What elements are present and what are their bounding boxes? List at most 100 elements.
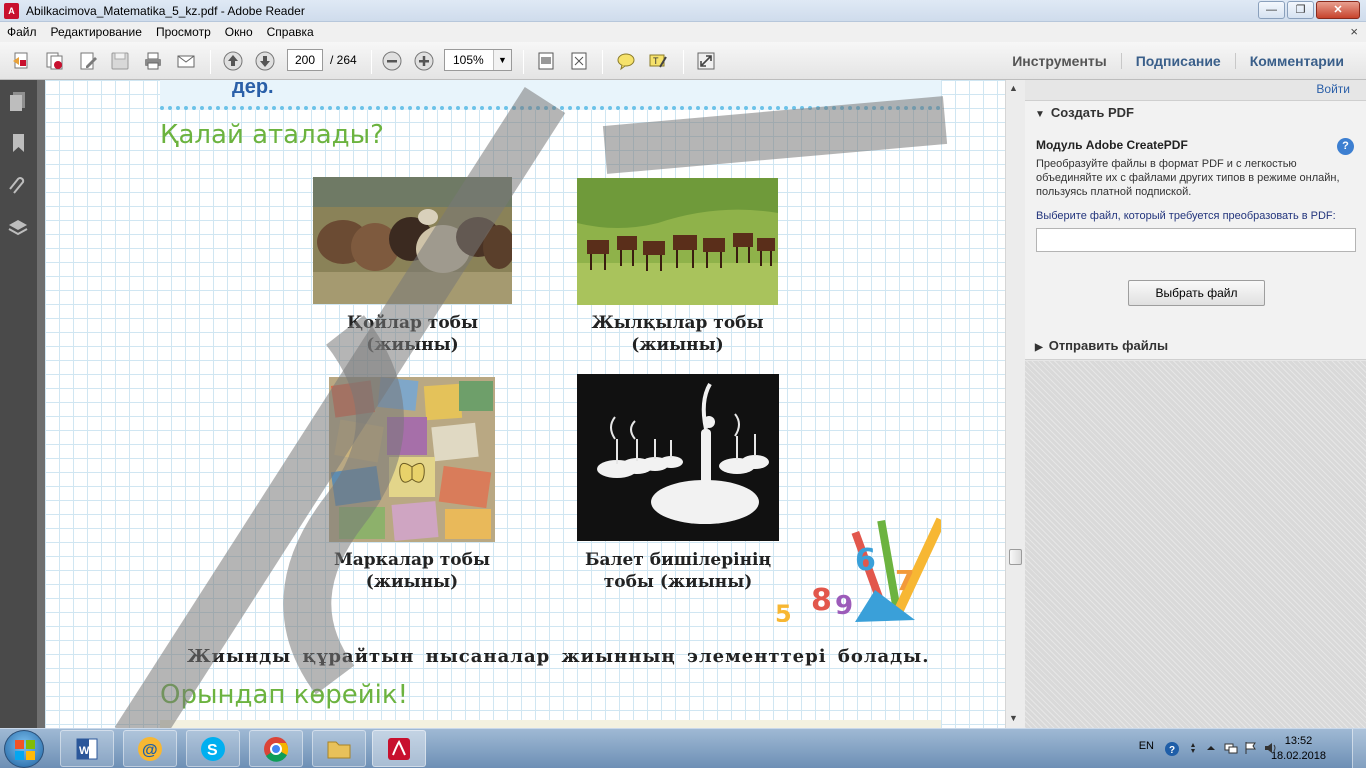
- navigation-pane: [0, 80, 37, 728]
- scroll-thumb[interactable]: [1009, 549, 1022, 565]
- word-icon: W: [76, 738, 98, 759]
- triangle-right-icon: ▶: [1035, 342, 1043, 353]
- scroll-down-icon[interactable]: ▼: [1009, 713, 1018, 723]
- show-hidden-icons[interactable]: [1204, 741, 1218, 755]
- arrow-up-icon: [223, 51, 243, 71]
- file-path-input[interactable]: [1036, 228, 1356, 252]
- fit-width-button[interactable]: [534, 50, 558, 72]
- page-total: / 264: [330, 53, 357, 67]
- toolbar-separator: [523, 50, 524, 74]
- next-page-button[interactable]: [253, 50, 277, 72]
- clock[interactable]: 13:52 18.02.2018: [1271, 734, 1326, 764]
- close-document-button[interactable]: ×: [1350, 24, 1358, 39]
- clock-date: 18.02.2018: [1270, 750, 1326, 762]
- zoom-value: 105%: [453, 53, 484, 67]
- expand-page-icon: [571, 52, 587, 70]
- caption-sheep-line1: Қойлар тобы: [346, 313, 479, 333]
- window-controls: — ❐ ✕: [1256, 1, 1360, 19]
- choose-file-button[interactable]: Выбрать файл: [1128, 280, 1265, 306]
- menu-window[interactable]: Окно: [224, 25, 260, 39]
- attachments-icon[interactable]: [8, 175, 28, 197]
- vertical-scrollbar[interactable]: ▲ ▼: [1005, 80, 1025, 728]
- caption-horses-line1: Жылқылар тобы: [591, 313, 764, 333]
- menu-file[interactable]: Файл: [6, 25, 44, 39]
- create-pdf-label: Создать PDF: [1050, 105, 1134, 120]
- windows-taskbar: W @ S EN ? 13:52 18.02.2018: [0, 728, 1366, 768]
- fit-page-icon: [538, 52, 554, 70]
- caption-stamps: Маркалар тобы (жиыны): [315, 549, 509, 593]
- save-button[interactable]: [108, 50, 132, 72]
- tab-sign[interactable]: Подписание: [1120, 53, 1235, 69]
- bookmarks-icon[interactable]: [8, 132, 28, 154]
- exercise-box-top: [160, 720, 941, 728]
- email-button[interactable]: [174, 50, 198, 72]
- svg-text:7: 7: [895, 564, 914, 597]
- triangle-down-icon: ▼: [1035, 109, 1045, 120]
- flag-icon[interactable]: [1244, 741, 1258, 755]
- page-thumbnails-icon[interactable]: [8, 90, 28, 112]
- caption-sheep-line2: (жиыны): [366, 335, 459, 355]
- menu-edit[interactable]: Редактирование: [50, 25, 149, 39]
- full-screen-button[interactable]: [694, 50, 718, 72]
- combine-files-tool[interactable]: [42, 50, 66, 72]
- pane-splitter[interactable]: [37, 80, 45, 728]
- taskbar-skype[interactable]: S: [186, 730, 240, 767]
- taskbar-adobe-reader[interactable]: [372, 730, 426, 767]
- zoom-select[interactable]: 105% ▼: [444, 49, 512, 71]
- tray-settings-icon[interactable]: [1186, 741, 1200, 755]
- help-icon[interactable]: ?: [1337, 138, 1354, 155]
- fit-page-button[interactable]: [567, 50, 591, 72]
- menu-help[interactable]: Справка: [266, 25, 321, 39]
- network-icon[interactable]: [1224, 741, 1238, 755]
- tasks-pane: Войти ▼ Создать PDF Модуль Adobe CreatePD…: [1025, 80, 1366, 728]
- plus-icon: [414, 51, 434, 71]
- scroll-up-icon[interactable]: ▲: [1009, 83, 1018, 93]
- taskbar-chrome[interactable]: [249, 730, 303, 767]
- caption-stamps-line2: (жиыны): [365, 572, 459, 592]
- tab-tools[interactable]: Инструменты: [998, 53, 1121, 69]
- start-button[interactable]: [4, 730, 44, 768]
- restore-button[interactable]: ❐: [1287, 1, 1314, 19]
- create-pdf-tool[interactable]: [9, 50, 33, 72]
- empty-pane-area: [1025, 361, 1366, 728]
- language-indicator[interactable]: EN: [1139, 740, 1154, 752]
- taskbar-word[interactable]: W: [60, 730, 114, 767]
- previous-page-button[interactable]: [221, 50, 245, 72]
- edit-document-tool[interactable]: [76, 50, 100, 72]
- toolbar-separator: [683, 50, 684, 74]
- document-view[interactable]: дер. Қалай аталады? Қойлар тобы (жиыны): [45, 80, 1005, 728]
- svg-text:T: T: [653, 56, 659, 66]
- taskbar-mail[interactable]: @: [123, 730, 177, 767]
- menu-view[interactable]: Просмотр: [155, 25, 218, 39]
- login-link[interactable]: Войти: [1316, 82, 1350, 96]
- caption-horses: Жылқылар тобы (жиыны): [577, 312, 778, 356]
- decorative-numbers-illustration: 6 8 9 5 7: [775, 517, 941, 622]
- previous-section-strip: дер.: [160, 80, 941, 110]
- layers-icon[interactable]: [8, 217, 28, 239]
- show-desktop-button[interactable]: [1352, 729, 1366, 768]
- expand-arrows-icon: [697, 52, 715, 70]
- grid-paper-background: [45, 80, 1005, 728]
- comment-tool[interactable]: [614, 50, 638, 72]
- highlight-tool[interactable]: T: [646, 50, 670, 72]
- zoom-out-button[interactable]: [380, 50, 404, 72]
- choose-file-label: Выберите файл, который требуется преобра…: [1036, 210, 1336, 222]
- taskbar-explorer[interactable]: [312, 730, 366, 767]
- highlight-text-icon: T: [649, 54, 667, 68]
- top-text-fragment: дер.: [232, 80, 274, 98]
- edit-document-icon: [80, 52, 97, 70]
- save-icon: [111, 52, 129, 70]
- close-window-button[interactable]: ✕: [1316, 1, 1360, 19]
- create-pdf-header[interactable]: ▼ Создать PDF: [1035, 105, 1134, 120]
- print-button[interactable]: [141, 50, 165, 72]
- chevron-down-icon[interactable]: ▼: [493, 50, 511, 70]
- svg-text:@: @: [142, 742, 158, 759]
- help-circle-icon[interactable]: ?: [1164, 741, 1180, 757]
- send-files-header[interactable]: ▶ Отправить файлы: [1035, 338, 1168, 353]
- skype-icon: S: [201, 736, 225, 761]
- svg-text:6: 6: [855, 543, 876, 578]
- minimize-button[interactable]: —: [1258, 1, 1285, 19]
- zoom-in-button[interactable]: [412, 50, 436, 72]
- tab-comments[interactable]: Комментарии: [1234, 53, 1358, 69]
- page-number-input[interactable]: 200: [287, 49, 323, 71]
